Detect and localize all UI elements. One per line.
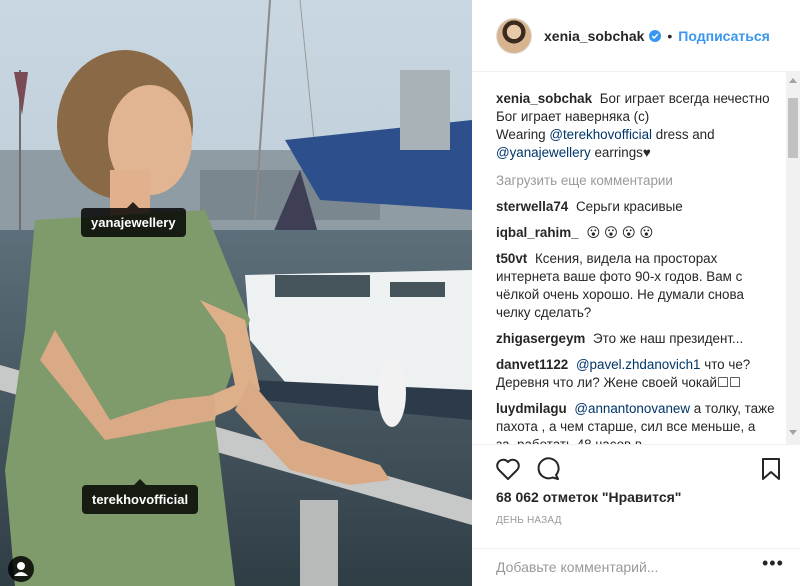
scroll-down-arrow-icon[interactable] — [789, 430, 797, 435]
caption-line-2: Бог играет наверняка (c) — [496, 109, 650, 124]
follow-button[interactable]: Подписаться — [678, 28, 770, 44]
post-photo[interactable]: yanajewellery terekhovofficial — [0, 0, 472, 586]
caption-dress-and: dress and — [655, 127, 715, 142]
caption-mention-dress[interactable]: @terekhovofficial — [549, 127, 652, 142]
list-item: iqbal_rahim_ 😮 😮 😮 😮 — [496, 224, 776, 242]
likes-count[interactable]: 68 062 отметок "Нравится" — [496, 489, 681, 505]
photo-tag-yanajewellery[interactable]: yanajewellery — [81, 202, 186, 237]
caption-mention-earrings[interactable]: @yanajewellery — [496, 145, 591, 160]
comment-icon[interactable] — [534, 455, 562, 483]
caption: xenia_sobchak Бог играет всегда нечестно… — [496, 90, 776, 162]
comment-mention[interactable]: @pavel.zhdanovich1 — [576, 357, 701, 372]
list-item: luydmilagu @annantonovanew а толку, таже… — [496, 400, 776, 444]
avatar[interactable] — [496, 17, 532, 54]
comment-username[interactable]: luydmilagu — [496, 401, 567, 416]
comment-username[interactable]: sterwella74 — [496, 199, 568, 214]
comment-text: 😮 😮 😮 😮 — [586, 225, 654, 240]
photo-scene — [0, 0, 472, 586]
header-separator: • — [667, 27, 673, 44]
list-item: danvet1122 @pavel.zhdanovich1 что че? Де… — [496, 356, 776, 392]
bookmark-icon[interactable] — [757, 455, 785, 483]
header-username[interactable]: xenia_sobchak — [544, 28, 644, 44]
list-item: sterwella74 Серьги красивые — [496, 198, 776, 216]
scroll-up-arrow-icon[interactable] — [789, 78, 797, 83]
comment-text: Это же наш президент... — [593, 331, 744, 346]
list-item: zhigasergeym Это же наш президент... — [496, 330, 776, 348]
photo-tag-terekhovofficial[interactable]: terekhovofficial — [82, 479, 199, 514]
add-comment-input[interactable] — [496, 557, 746, 577]
comment-text: Серьги красивые — [575, 199, 683, 214]
heart-icon[interactable] — [494, 455, 522, 483]
caption-wearing: Wearing — [496, 127, 546, 142]
comments-list: xenia_sobchak Бог играет всегда нечестно… — [472, 72, 800, 444]
post-actions: 68 062 отметок "Нравится" ДЕНЬ НАЗАД — [472, 444, 800, 548]
caption-username[interactable]: xenia_sobchak — [496, 91, 592, 106]
comment-mention[interactable]: @annantonovanew — [574, 401, 690, 416]
caption-line-1: Бог играет всегда нечестно — [599, 91, 770, 106]
add-comment-section: ••• — [472, 548, 800, 586]
comment-username[interactable]: iqbal_rahim_ — [496, 225, 579, 240]
post-timestamp[interactable]: ДЕНЬ НАЗАД — [496, 515, 562, 526]
post-side-panel: xenia_sobchak • Подписаться xenia_sobcha… — [472, 0, 800, 586]
post-header: xenia_sobchak • Подписаться — [472, 0, 800, 72]
more-options-icon[interactable]: ••• — [762, 553, 784, 574]
scrollbar-thumb[interactable] — [788, 98, 798, 158]
comment-username[interactable]: zhigasergeym — [496, 331, 585, 346]
list-item: t50vt Ксения, видела на просторах интерн… — [496, 250, 776, 322]
comment-username[interactable]: t50vt — [496, 251, 527, 266]
tagged-users-icon[interactable] — [8, 556, 34, 582]
comment-text: Ксения, видела на просторах интернета ва… — [496, 251, 744, 320]
comment-username[interactable]: danvet1122 — [496, 357, 568, 372]
load-more-comments-link[interactable]: Загрузить еще комментарии — [496, 172, 776, 190]
verified-badge-icon — [649, 29, 662, 42]
caption-earrings: earrings♥ — [594, 145, 651, 160]
